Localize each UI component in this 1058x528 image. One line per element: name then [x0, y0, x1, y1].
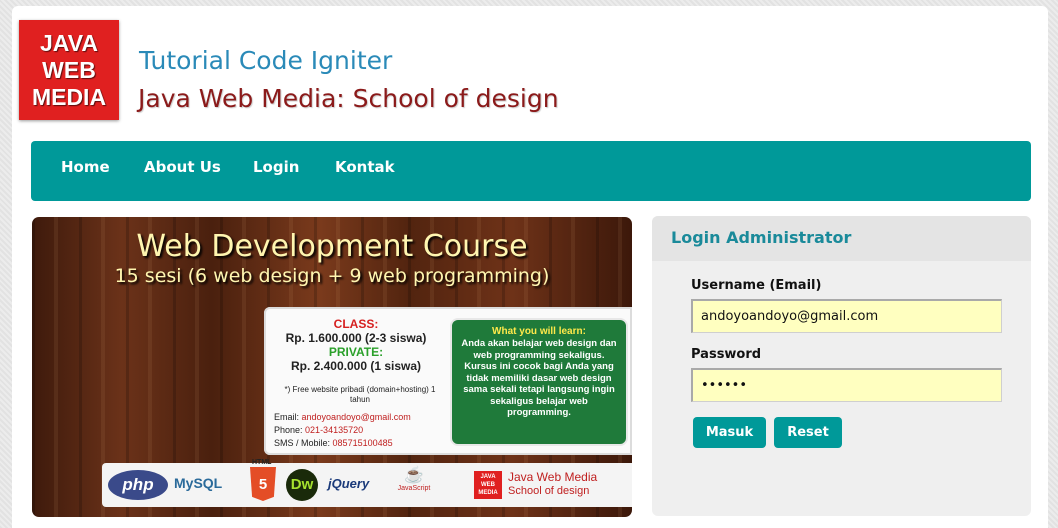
contact-email: Email: andoyoandoyo@gmail.com — [274, 412, 411, 422]
site-subtitle: Java Web Media: School of design — [138, 84, 559, 113]
banner-title: Web Development Course — [136, 229, 528, 264]
email-value: andoyoandoyo@gmail.com — [301, 412, 411, 422]
javascript-label: JavaScript — [397, 485, 431, 492]
site-title: Tutorial Code Igniter — [139, 46, 393, 75]
phone-label: Phone: — [274, 425, 303, 435]
jwm-subtitle: School of design — [508, 485, 590, 497]
jwm-name: Java Web Media — [508, 470, 598, 484]
username-input[interactable]: andoyoandoyo@gmail.com — [691, 299, 1002, 333]
mysql-logo: MySQL — [174, 475, 223, 491]
login-header: Login Administrator — [652, 216, 1031, 261]
phone-value: 021-34135720 — [305, 425, 364, 435]
nav-item-home[interactable]: Home — [61, 158, 110, 176]
nav-item-about-us[interactable]: About Us — [144, 158, 221, 176]
banner-subtitle: 15 sesi (6 web design + 9 web programmin… — [114, 265, 550, 287]
password-input[interactable]: •••••• — [691, 368, 1002, 402]
private-price: Rp. 2.400.000 (1 siswa) — [290, 359, 422, 373]
jquery-logo: jQuery — [328, 476, 370, 491]
javascript-logo: ☕ JavaScript — [394, 467, 434, 492]
logo-line-2: WEB — [42, 56, 96, 83]
contact-phone: Phone: 021-34135720 — [274, 425, 363, 435]
html5-logo: 5 — [250, 467, 276, 501]
login-panel: Login Administrator Username (Email) and… — [652, 216, 1031, 516]
course-banner: Web Development Course 15 sesi (6 web de… — [32, 217, 632, 517]
private-label: PRIVATE: — [328, 345, 384, 359]
logo-line-3: MEDIA — [31, 83, 107, 110]
nav-item-login[interactable]: Login — [253, 158, 299, 176]
username-label: Username (Email) — [691, 278, 822, 293]
free-website-note: *) Free website pribadi (domain+hosting)… — [284, 385, 436, 404]
dreamweaver-logo: Dw — [286, 469, 318, 501]
password-label: Password — [691, 347, 762, 362]
email-label: Email: — [274, 412, 300, 422]
sms-value: 085715100485 — [332, 438, 393, 448]
coffee-cup-icon: ☕ — [404, 467, 424, 484]
sms-label: SMS / Mobile: — [274, 438, 331, 448]
nav-item-kontak[interactable]: Kontak — [335, 158, 395, 176]
html-logo-label: HTML — [252, 459, 272, 466]
learn-box: What you will learn: Anda akan belajar w… — [450, 318, 628, 446]
contact-sms: SMS / Mobile: 085715100485 — [274, 438, 393, 448]
technology-logos: php MySQL 5 HTML Dw jQuery ☕ JavaScript … — [102, 459, 632, 507]
php-logo: php — [108, 470, 168, 500]
site-logo[interactable]: JAVA WEB MEDIA — [19, 20, 119, 120]
masuk-button[interactable]: Masuk — [693, 417, 766, 448]
class-price: Rp. 1.600.000 (2-3 siswa) — [285, 331, 427, 345]
jwm-mini-logo: JAVA WEB MEDIA — [474, 471, 502, 499]
reset-button[interactable]: Reset — [774, 417, 842, 448]
learn-title: What you will learn: — [492, 326, 586, 337]
learn-body: Anda akan belajar web design dan web pro… — [461, 338, 617, 418]
main-navbar: Home About Us Login Kontak — [31, 141, 1031, 201]
class-label: CLASS: — [333, 317, 379, 331]
logo-line-1: JAVA — [40, 29, 98, 56]
